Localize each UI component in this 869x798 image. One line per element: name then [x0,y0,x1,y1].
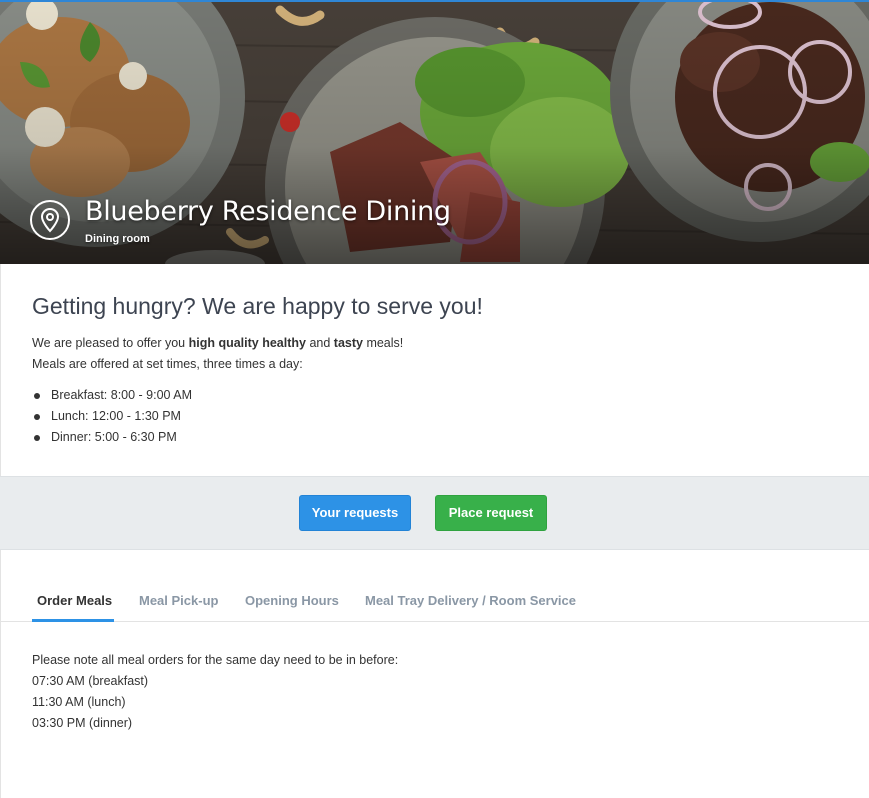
deadline-item: 11:30 AM (lunch) [32,695,126,709]
intro-schedule-text: Meals are offered at set times, three ti… [32,357,303,371]
location-subtitle: Dining room [85,233,150,245]
meal-times-list: Breakfast: 8:00 - 9:00 AM Lunch: 12:00 -… [32,388,192,451]
tab-meal-tray-delivery[interactable]: Meal Tray Delivery / Room Service [365,593,576,608]
deadline-item: 03:30 PM (dinner) [32,716,133,730]
list-item: Breakfast: 8:00 - 9:00 AM [32,388,192,409]
your-requests-button[interactable]: Your requests [299,495,411,531]
intro-text: We are pleased to offer you [32,336,189,350]
list-item: Dinner: 5:00 - 6:30 PM [32,430,192,451]
intro-section: Getting hungry? We are happy to serve yo… [0,264,869,476]
intro-emphasis: tasty [333,336,363,350]
intro-heading: Getting hungry? We are happy to serve yo… [32,293,483,319]
tab-opening-hours[interactable]: Opening Hours [245,593,339,608]
intro-emphasis: high quality healthy [188,336,306,350]
hero-banner: Blueberry Residence Dining Dining room [0,0,869,264]
tab-order-meals[interactable]: Order Meals [37,593,112,608]
tab-content: Please note all meal orders for the same… [0,622,869,798]
intro-text: meals! [362,336,404,350]
intro-paragraph: We are pleased to offer you high quality… [32,336,403,350]
tab-meal-pickup[interactable]: Meal Pick-up [139,593,218,608]
list-item: Lunch: 12:00 - 1:30 PM [32,409,192,430]
page-title: Blueberry Residence Dining [85,196,451,227]
place-request-button[interactable]: Place request [435,495,547,531]
order-deadline-note: Please note all meal orders for the same… [32,653,399,667]
action-bar: Your requests Place request [0,476,869,550]
intro-text: and [305,336,334,350]
map-pin-icon [30,200,70,240]
tab-bar: Order Meals Meal Pick-up Opening Hours M… [0,550,869,622]
deadline-item: 07:30 AM (breakfast) [32,674,149,688]
